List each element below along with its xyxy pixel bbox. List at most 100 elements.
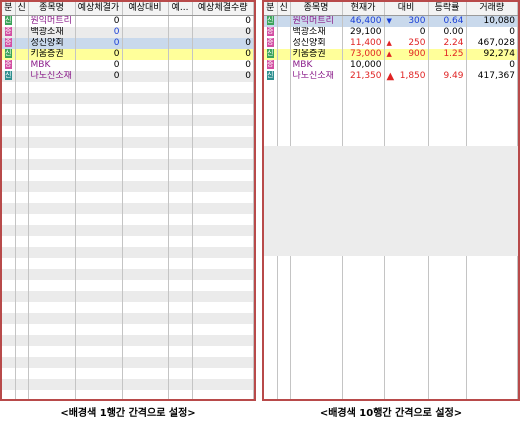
empty-cell [342,93,385,104]
header-current-price[interactable]: 현재가 [342,2,385,16]
empty-cell [122,82,169,93]
left-caption: <배경색 1행간 간격으로 설정> [60,408,196,419]
stock-name-cell[interactable]: 백광소재 [28,27,76,38]
empty-cell [75,379,123,390]
category-badge: 증 [4,38,12,47]
empty-row [2,269,254,280]
empty-cell [384,302,429,313]
change-value: 0 [419,27,426,37]
empty-cell [428,379,467,390]
empty-cell [168,82,193,93]
stock-name-cell[interactable]: 나노신소재 [290,71,343,82]
empty-cell [168,148,193,159]
stock-name-cell[interactable]: 성신양회 [290,38,343,49]
current-price-cell: 10,000 [342,60,385,71]
stock-name-cell[interactable]: 나노신소재 [28,71,76,82]
header-expected-price[interactable]: 예상체결가 [75,2,123,16]
table-row[interactable]: 증 백광소재 29,100 0 0.00 0 [264,27,518,38]
expected-change-cell [122,38,169,49]
header-stock-name[interactable]: 종목명 [28,2,76,16]
table-row[interactable]: 신 키움증권 0 0 [2,49,254,60]
empty-cell [277,82,291,93]
table-row[interactable]: 증 백광소재 0 0 [2,27,254,38]
empty-cell [15,82,29,93]
empty-cell [15,214,29,225]
change-cell: 0 [384,27,429,38]
change-rate-cell: 1.25 [428,49,467,60]
empty-cell [2,280,16,291]
empty-cell [384,313,429,324]
table-row[interactable]: 신 키움증권 73,000 ▲ 900 1.25 92,274 [264,49,518,60]
expected-rate-cell [168,38,193,49]
empty-cell [192,137,254,148]
category-cell: 신 [264,15,278,27]
header-category[interactable]: 분 [2,2,16,16]
empty-cell [428,104,467,115]
volume-cell: 0 [466,27,518,38]
stock-name-cell[interactable]: 원익머트리 [290,15,343,27]
table-row[interactable]: 신 나노신소재 21,350 ▲ 1,850 9.49 417,367 [264,71,518,82]
empty-cell [466,115,518,126]
empty-cell [384,82,429,93]
empty-cell [466,346,518,357]
empty-cell [2,192,16,203]
table-row[interactable]: 신 나노신소재 0 0 [2,71,254,82]
empty-cell [342,115,385,126]
header-change[interactable]: 대비 [384,2,429,16]
empty-cell [168,225,193,236]
change-rate-cell: 9.49 [428,71,467,82]
empty-cell [192,170,254,181]
table-row[interactable]: 증 성신양회 0 0 [2,38,254,49]
empty-cell [2,170,16,181]
stock-name-cell[interactable]: 키움증권 [28,49,76,60]
header-expected-rate[interactable]: 예... [168,2,193,16]
empty-cell [122,159,169,170]
header-volume[interactable]: 거래량 [466,2,518,16]
stock-name-cell[interactable]: 백광소재 [290,27,343,38]
empty-cell [168,302,193,313]
empty-cell [75,335,123,346]
left-grid-header: 분 신 종목명 예상체결가 예상대비 예... 예상체결수량 [2,2,254,16]
table-row[interactable]: 신 원익머트리 46,400 ▼ 300 0.64 10,080 [264,15,518,27]
table-row[interactable]: 증 성신양회 11,400 ▲ 250 2.24 467,028 [264,38,518,49]
volume-cell: 417,367 [466,71,518,82]
empty-cell [28,181,76,192]
header-credit[interactable]: 신 [15,2,29,16]
table-row[interactable]: 증 MBK 0 0 [2,60,254,71]
change-value: 300 [408,16,426,26]
credit-cell [277,49,291,60]
category-cell: 증 [264,60,278,71]
empty-cell [15,93,29,104]
empty-cell [15,302,29,313]
header-expected-change[interactable]: 예상대비 [122,2,169,16]
empty-cell [384,269,429,280]
header-stock-name[interactable]: 종목명 [290,2,343,16]
stock-name-cell[interactable]: 원익머트리 [28,15,76,27]
empty-cell [122,357,169,368]
table-row[interactable]: 신 원익머트리 0 0 [2,15,254,27]
stock-name-cell[interactable]: MBK [28,60,76,71]
left-grid-panel: 분 신 종목명 예상체결가 예상대비 예... 예상체결수량 신 원익머트리 0 0 증… [0,0,256,401]
empty-row [2,126,254,137]
header-credit[interactable]: 신 [277,2,291,16]
stock-name-cell[interactable]: 성신양회 [28,38,76,49]
credit-cell [15,15,29,27]
table-row[interactable]: 증 MBK 10,000 0 [264,60,518,71]
empty-cell [277,126,291,137]
header-change-rate[interactable]: 등락률 [428,2,467,16]
stock-name-cell[interactable]: 키움증권 [290,49,343,60]
credit-cell [15,38,29,49]
expected-rate-cell [168,71,193,82]
expected-price-cell: 0 [75,15,123,27]
stock-name-cell[interactable]: MBK [290,60,343,71]
empty-cell [122,324,169,335]
empty-cell [28,247,76,258]
empty-cell [2,357,16,368]
empty-cell [168,137,193,148]
empty-cell [15,170,29,181]
empty-cell [2,159,16,170]
header-expected-volume[interactable]: 예상체결수량 [192,2,254,16]
empty-cell [290,324,343,335]
header-category[interactable]: 분 [264,2,278,16]
empty-cell [466,258,518,269]
